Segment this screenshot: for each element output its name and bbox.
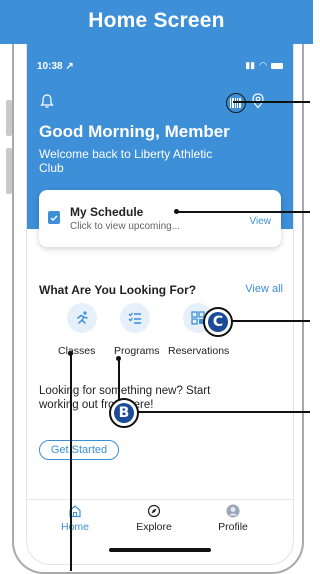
marker-b: B [109,398,139,428]
callout-dot [116,356,121,361]
home-indicator [109,548,211,552]
bottom-nav-divider [27,499,293,500]
callout-line [133,411,310,413]
compass-icon [147,504,161,518]
callout-line [118,358,120,400]
signal-icon: ▮▮ [245,60,256,70]
barcode-scan-icon[interactable] [226,93,246,113]
schedule-view-link[interactable]: View [250,216,272,227]
marker-c: C [203,307,233,337]
phone-frame: 10:38 ↗ ▮▮ ◠ Good Morning, Member Welcom… [12,44,304,574]
programs-button[interactable] [120,303,150,333]
callout-line [233,101,310,103]
schedule-subtitle: Click to view upcoming... [70,221,181,232]
callout-line [176,211,310,213]
calendar-icon [48,211,60,224]
title-banner: Home Screen [0,0,313,44]
wifi-icon: ◠ [259,60,267,70]
bell-icon[interactable] [39,93,55,109]
schedule-title: My Schedule [70,205,144,219]
callout-line [228,320,310,322]
list-icon [128,312,141,324]
app-screen: 10:38 ↗ ▮▮ ◠ Good Morning, Member Welcom… [26,44,294,565]
category-label-programs: Programs [114,345,160,357]
barcode-icon [230,98,241,108]
banner-title: Home Screen [88,9,225,32]
greeting-text: Good Morning, Member [39,122,230,141]
nav-home[interactable]: Home [55,504,95,533]
get-started-button[interactable]: Get Started [39,440,119,460]
running-icon [77,311,88,324]
welcome-text: Welcome back to Liberty Athletic Club [39,147,213,175]
status-time: 10:38 ↗ [37,61,74,72]
category-label-reservations: Reservations [168,345,230,357]
nav-profile[interactable]: Profile [211,504,255,533]
battery-icon [271,62,283,69]
callout-dot [174,209,179,214]
avatar-icon [226,504,240,518]
classes-button[interactable] [67,303,97,333]
nav-explore[interactable]: Explore [129,504,179,533]
schedule-card[interactable]: My Schedule Click to view upcoming... Vi… [39,190,281,247]
status-icons: ▮▮ ◠ [245,60,283,71]
view-all-link[interactable]: View all [245,283,283,295]
category-label-classes: Classes [58,345,96,357]
callout-line [70,353,72,571]
section-title: What Are You Looking For? [39,283,197,297]
callout-dot [68,351,73,356]
